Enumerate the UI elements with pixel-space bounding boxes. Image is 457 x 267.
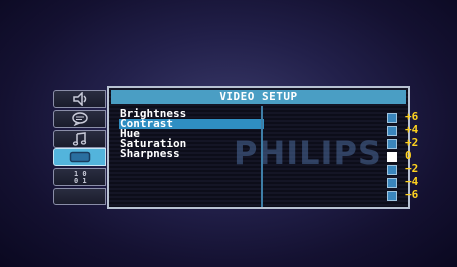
svg-text:0 1: 0 1	[74, 177, 87, 184]
level-label: +4	[405, 123, 419, 136]
music-note-icon	[72, 132, 86, 146]
slider-segment[interactable]	[387, 113, 397, 123]
level-label: +2	[405, 136, 419, 149]
level-label: −4	[405, 175, 419, 188]
tab-audio[interactable]	[53, 130, 106, 148]
tab-preferences[interactable]: 1 0 0 1	[53, 168, 106, 186]
slider-segment[interactable]	[387, 191, 397, 201]
level-scale: +6 +4 +2 0 −2 −4 −6	[405, 110, 445, 201]
slider-segment[interactable]	[387, 126, 397, 136]
settings-panel: VIDEO SETUP PHILIPS Brightness Contrast …	[107, 86, 418, 209]
settings-list: Brightness Contrast Hue Saturation Sharp…	[119, 108, 264, 159]
slider-segment[interactable]	[387, 165, 397, 175]
level-label: −6	[405, 188, 419, 201]
slider-segment[interactable]	[387, 178, 397, 188]
menu-item-sharpness[interactable]: Sharpness	[119, 148, 264, 159]
video-setup-osd: 1 0 0 1 VIDEO SETUP PHILIPS Brightness C…	[52, 85, 418, 210]
level-label: −2	[405, 162, 419, 175]
display-icon	[69, 151, 90, 163]
level-slider[interactable]	[387, 113, 397, 206]
slider-thumb[interactable]	[387, 152, 397, 162]
slider-segment[interactable]	[387, 139, 397, 149]
menu-tabs: 1 0 0 1	[52, 85, 107, 210]
level-label: +6	[405, 110, 419, 123]
speech-bubble-icon	[71, 112, 88, 126]
preferences-icon: 1 0 0 1	[74, 170, 87, 184]
speaker-icon	[72, 92, 86, 106]
tab-speaker[interactable]	[53, 90, 106, 108]
column-divider	[261, 106, 263, 207]
tab-video[interactable]	[53, 148, 106, 166]
panel-title: VIDEO SETUP	[111, 90, 406, 104]
tab-speech[interactable]	[53, 110, 106, 128]
menu-item-contrast[interactable]: Contrast	[119, 118, 264, 129]
level-label: 0	[405, 149, 412, 162]
tab-empty	[53, 188, 106, 205]
